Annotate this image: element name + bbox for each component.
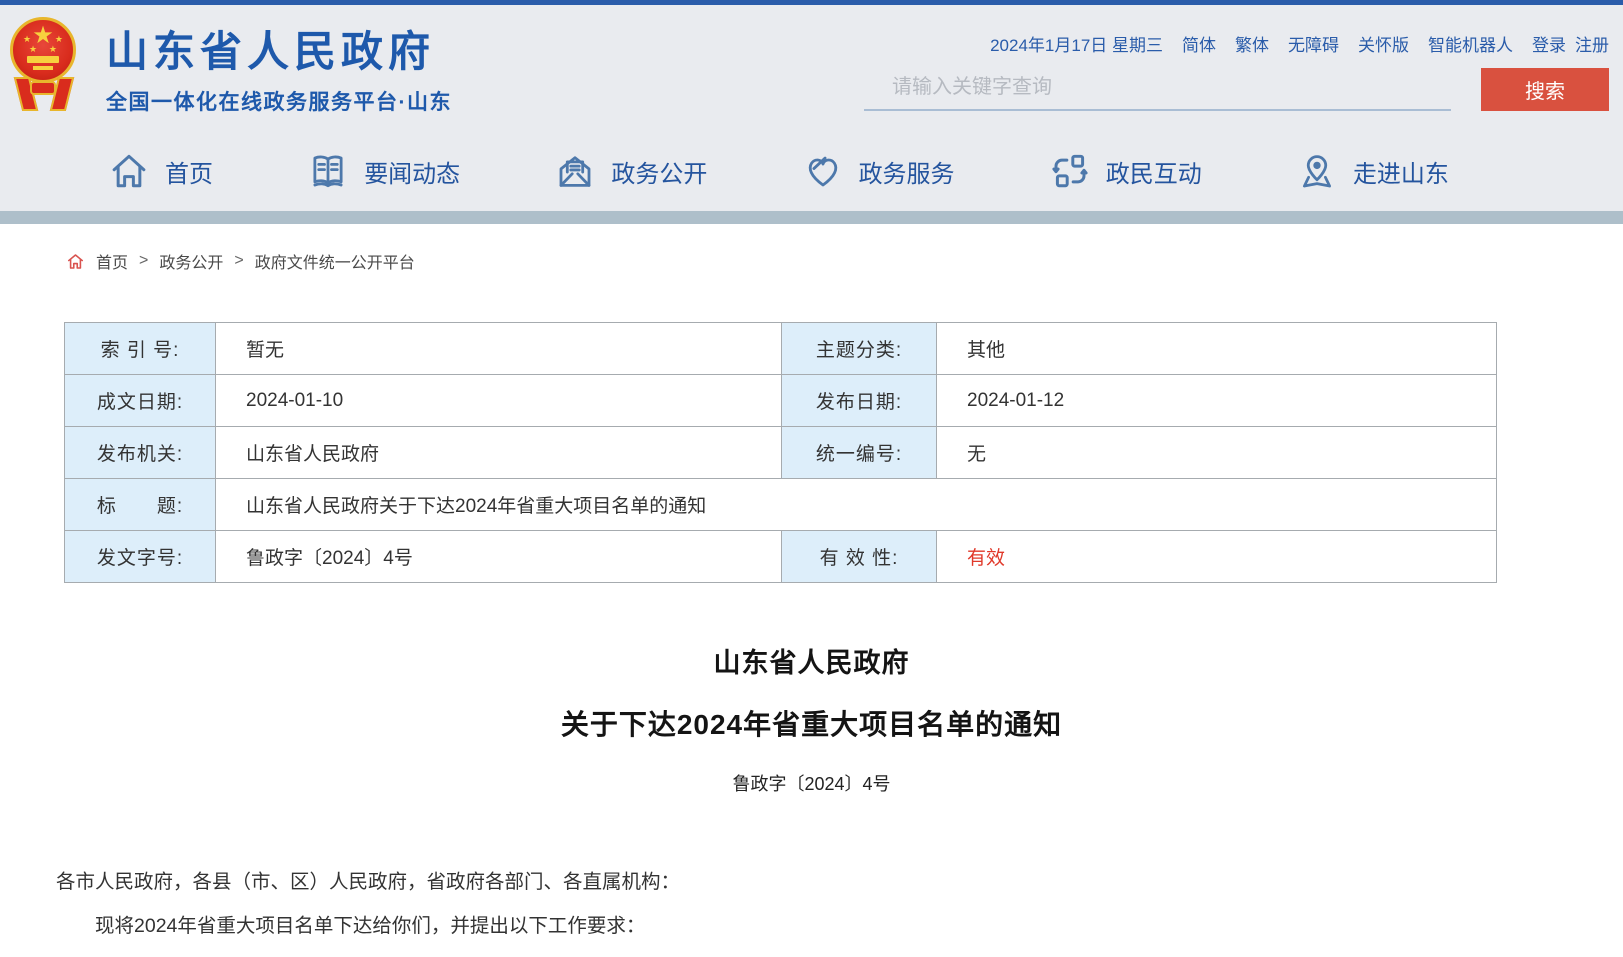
nav-item-shandong[interactable]: 走进山东 <box>1296 150 1449 192</box>
meta-label-validity: 有 效 性: <box>782 531 937 583</box>
emblem-gate <box>33 66 53 70</box>
nav-item-news[interactable]: 要闻动态 <box>307 150 460 192</box>
breadcrumb-item-platform[interactable]: 政府文件统一公开平台 <box>255 249 415 273</box>
open-book-icon <box>307 150 349 192</box>
document-title-line2: 关于下达2024年省重大项目名单的通知 <box>0 703 1623 743</box>
site-title: 山东省人民政府 <box>106 18 452 79</box>
document-paragraph: 现将2024年省重大项目名单下达给你们，并提出以下工作要求： <box>56 912 1503 940</box>
nav-item-label: 政务服务 <box>859 154 955 189</box>
national-emblem-logo: ★ ★ ★ ★ ★ <box>8 15 80 119</box>
meta-label-index-number: 索 引 号: <box>65 323 216 375</box>
home-icon <box>108 150 150 192</box>
nav-item-label: 走进山东 <box>1353 154 1449 189</box>
table-row: 成文日期: 2024-01-10 发布日期: 2024-01-12 <box>65 375 1497 427</box>
breadcrumb-item-home[interactable]: 首页 <box>96 249 128 273</box>
emblem-disc: ★ ★ ★ ★ ★ <box>10 17 76 83</box>
meta-value-issuing-agency: 山东省人民政府 <box>216 427 782 479</box>
table-row: 索 引 号: 暂无 主题分类: 其他 <box>65 323 1497 375</box>
meta-value-document-number: 鲁政字〔2024〕4号 <box>216 531 782 583</box>
nav-item-label: 要闻动态 <box>364 154 460 189</box>
emblem-star-small: ★ <box>29 44 37 55</box>
emblem-star-small: ★ <box>49 44 57 55</box>
meta-label-unified-number: 统一编号: <box>782 427 937 479</box>
emblem-star: ★ <box>13 24 73 48</box>
breadcrumb-home-icon[interactable] <box>66 252 85 271</box>
link-traditional-chinese[interactable]: 繁体 <box>1235 31 1269 56</box>
document-title-line1: 山东省人民政府 <box>0 641 1623 680</box>
site-brand[interactable]: ★ ★ ★ ★ ★ 山东省人民政府 全国一体化在线政务服务平台·山东 <box>8 15 452 119</box>
page: ★ ★ ★ ★ ★ 山东省人民政府 全国一体化在线政务服务平台·山东 <box>0 0 1623 957</box>
top-utility-links: 2024年1月17日 星期三 简体 繁体 无障碍 关怀版 智能机器人 登录 注册 <box>864 31 1609 56</box>
meta-label-document-number: 发文字号: <box>65 531 216 583</box>
nav-item-home[interactable]: 首页 <box>108 150 213 192</box>
breadcrumb-separator: > <box>139 252 148 270</box>
search-button[interactable]: 搜索 <box>1481 68 1609 111</box>
meta-value-publish-date: 2024-01-12 <box>937 375 1497 427</box>
document-header: 山东省人民政府 关于下达2024年省重大项目名单的通知 鲁政字〔2024〕4号 <box>0 641 1623 796</box>
nav-item-label: 政务公开 <box>611 154 707 189</box>
meta-value-topic-category: 其他 <box>937 323 1497 375</box>
search-bar: 搜索 <box>864 68 1609 111</box>
meta-value-index-number: 暂无 <box>216 323 782 375</box>
breadcrumb: 首页 > 政务公开 > 政府文件统一公开平台 <box>0 224 1623 273</box>
heart-icon <box>802 150 844 192</box>
meta-value-validity-status: 有效 <box>937 531 1497 583</box>
nav-item-interaction[interactable]: 政民互动 <box>1049 150 1202 192</box>
link-login[interactable]: 登录 <box>1532 31 1566 56</box>
brand-text: 山东省人民政府 全国一体化在线政务服务平台·山东 <box>106 18 452 116</box>
map-pin-icon <box>1296 150 1338 192</box>
meta-label-written-date: 成文日期: <box>65 375 216 427</box>
header-top: ★ ★ ★ ★ ★ 山东省人民政府 全国一体化在线政务服务平台·山东 <box>8 5 1609 131</box>
nav-item-label: 政民互动 <box>1106 154 1202 189</box>
meta-label-title: 标 题: <box>65 479 216 531</box>
search-input[interactable] <box>864 72 1451 111</box>
meta-label-issuing-agency: 发布机关: <box>65 427 216 479</box>
current-date: 2024年1月17日 星期三 <box>990 31 1163 56</box>
link-smart-robot[interactable]: 智能机器人 <box>1428 31 1513 56</box>
table-row: 发布机关: 山东省人民政府 统一编号: 无 <box>65 427 1497 479</box>
document-body: 各市人民政府，各县（市、区）人民政府，省政府各部门、各直属机构： 现将2024年… <box>56 868 1503 957</box>
link-register[interactable]: 注册 <box>1575 31 1609 56</box>
main-nav: 首页 要闻动态 <box>8 131 1609 211</box>
document-paragraph: 各市人民政府，各县（市、区）人民政府，省政府各部门、各直属机构： <box>56 868 1503 896</box>
main-content: 首页 > 政务公开 > 政府文件统一公开平台 索 引 号: 暂无 主题分类: 其… <box>0 224 1623 957</box>
nav-item-services[interactable]: 政务服务 <box>802 150 955 192</box>
meta-value-title: 山东省人民政府关于下达2024年省重大项目名单的通知 <box>216 479 1497 531</box>
emblem-knot <box>30 81 56 95</box>
link-care-version[interactable]: 关怀版 <box>1358 31 1409 56</box>
nav-item-label: 首页 <box>165 154 213 189</box>
document-meta-table: 索 引 号: 暂无 主题分类: 其他 成文日期: 2024-01-10 发布日期… <box>64 322 1497 583</box>
mail-document-icon <box>554 150 596 192</box>
exchange-icon <box>1049 150 1091 192</box>
table-row: 发文字号: 鲁政字〔2024〕4号 有 效 性: 有效 <box>65 531 1497 583</box>
site-header: ★ ★ ★ ★ ★ 山东省人民政府 全国一体化在线政务服务平台·山东 <box>0 5 1623 211</box>
meta-value-written-date: 2024-01-10 <box>216 375 782 427</box>
table-row: 标 题: 山东省人民政府关于下达2024年省重大项目名单的通知 <box>65 479 1497 531</box>
site-subtitle: 全国一体化在线政务服务平台·山东 <box>106 86 452 116</box>
header-divider-strip <box>0 211 1623 224</box>
meta-label-topic-category: 主题分类: <box>782 323 937 375</box>
breadcrumb-separator: > <box>234 252 243 270</box>
meta-label-publish-date: 发布日期: <box>782 375 937 427</box>
document-number: 鲁政字〔2024〕4号 <box>0 770 1623 796</box>
emblem-gate <box>27 56 59 63</box>
header-right: 2024年1月17日 星期三 简体 繁体 无障碍 关怀版 智能机器人 登录 注册… <box>864 31 1609 111</box>
meta-value-unified-number: 无 <box>937 427 1497 479</box>
breadcrumb-item-openness[interactable]: 政务公开 <box>159 249 223 273</box>
link-simplified-chinese[interactable]: 简体 <box>1182 31 1216 56</box>
nav-item-openness[interactable]: 政务公开 <box>554 150 707 192</box>
link-accessibility[interactable]: 无障碍 <box>1288 31 1339 56</box>
